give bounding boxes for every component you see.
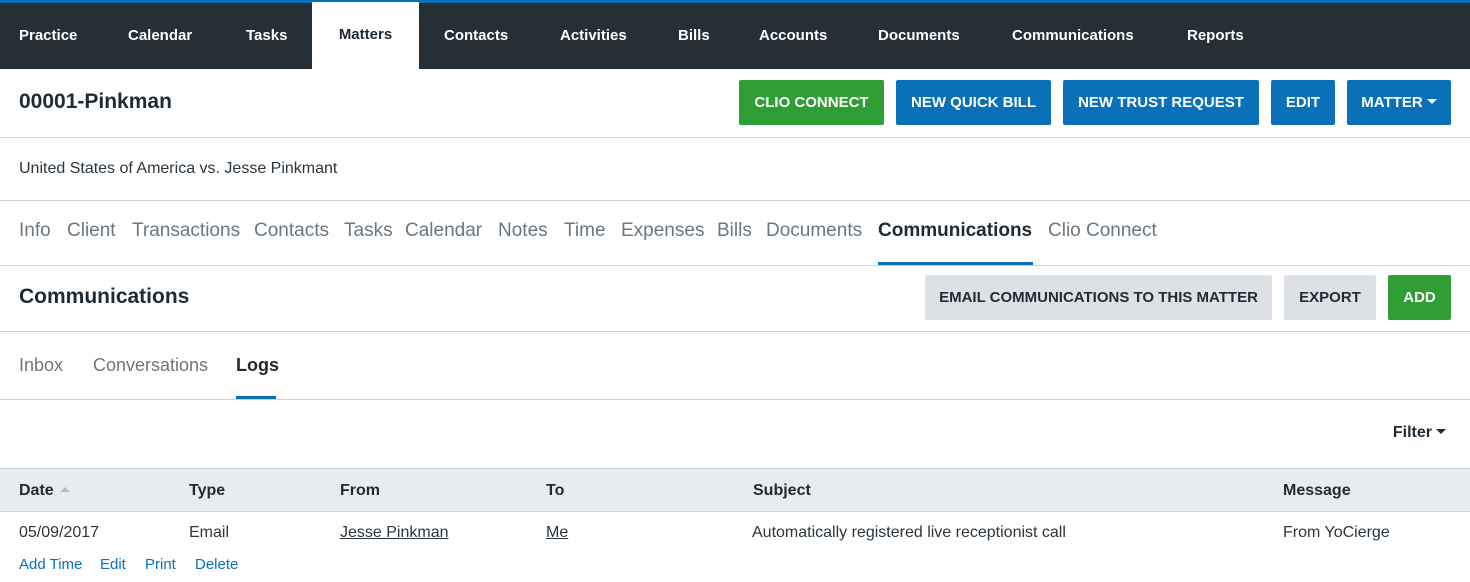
tab-documents[interactable]: Documents <box>766 220 862 265</box>
caret-down-icon <box>1436 428 1446 434</box>
filter-dropdown[interactable]: Filter <box>1393 424 1446 442</box>
matter-description: United States of America vs. Jesse Pinkm… <box>19 160 338 177</box>
tab-time[interactable]: Time <box>564 220 606 265</box>
table-header: Date Type From To Subject Message <box>0 468 1470 512</box>
sort-ascending-icon <box>59 487 70 493</box>
nav-communications[interactable]: Communications <box>1012 3 1134 69</box>
email-communications-button[interactable]: EMAIL COMMUNICATIONS TO THIS MATTER <box>925 275 1272 320</box>
tab-communications[interactable]: Communications <box>878 220 1032 265</box>
print-link[interactable]: Print <box>145 556 176 573</box>
tab-tasks[interactable]: Tasks <box>344 220 393 265</box>
matter-menu-button[interactable]: MATTER <box>1347 80 1451 125</box>
row-message[interactable]: From YoCierge <box>1283 524 1390 542</box>
tab-bills[interactable]: Bills <box>717 220 752 265</box>
tab-clio-connect[interactable]: Clio Connect <box>1048 220 1157 265</box>
clio-connect-button[interactable]: CLIO CONNECT <box>739 80 884 125</box>
tab-expenses[interactable]: Expenses <box>621 220 704 265</box>
divider <box>0 331 1470 332</box>
tab-notes[interactable]: Notes <box>498 220 548 265</box>
row-to-label[interactable]: Me <box>546 524 568 541</box>
nav-reports[interactable]: Reports <box>1187 3 1244 69</box>
row-from-link[interactable]: Jesse Pinkman <box>340 524 449 542</box>
edit-link[interactable]: Edit <box>100 556 126 573</box>
nav-bills[interactable]: Bills <box>678 3 710 69</box>
section-title: Communications <box>19 285 190 308</box>
tab-calendar[interactable]: Calendar <box>405 220 482 265</box>
row-to-link[interactable]: Me <box>546 524 568 542</box>
row-subject[interactable]: Automatically registered live receptioni… <box>752 524 1066 542</box>
add-time-link[interactable]: Add Time <box>19 556 82 573</box>
matter-menu-label: MATTER <box>1361 94 1423 111</box>
column-to[interactable]: To <box>546 482 564 500</box>
subtab-inbox[interactable]: Inbox <box>19 355 63 376</box>
column-type[interactable]: Type <box>189 482 225 500</box>
nav-tasks[interactable]: Tasks <box>246 3 287 69</box>
subtab-logs[interactable]: Logs <box>236 355 279 376</box>
filter-label: Filter <box>1392 424 1432 441</box>
nav-practice[interactable]: Practice <box>19 3 77 69</box>
column-subject[interactable]: Subject <box>753 482 811 500</box>
nav-documents[interactable]: Documents <box>878 3 960 69</box>
column-message[interactable]: Message <box>1283 482 1351 500</box>
tab-contacts[interactable]: Contacts <box>254 220 329 265</box>
edit-matter-button[interactable]: EDIT <box>1271 80 1335 125</box>
divider <box>0 137 1470 138</box>
row-date: 05/09/2017 <box>19 524 100 541</box>
row-from-label[interactable]: Jesse Pinkman <box>340 524 449 541</box>
delete-link[interactable]: Delete <box>195 556 238 573</box>
top-navigation: Practice Calendar Tasks Matters Contacts… <box>0 0 1470 69</box>
divider <box>0 265 1470 266</box>
tab-client[interactable]: Client <box>67 220 116 265</box>
column-date-label: Date <box>19 482 54 499</box>
tab-info[interactable]: Info <box>19 220 51 265</box>
nav-activities[interactable]: Activities <box>560 3 627 69</box>
export-button[interactable]: EXPORT <box>1284 275 1376 320</box>
column-from[interactable]: From <box>340 482 380 500</box>
column-date[interactable]: Date <box>19 482 70 500</box>
nav-matters[interactable]: Matters <box>312 2 419 69</box>
new-quick-bill-button[interactable]: NEW QUICK BILL <box>896 80 1051 125</box>
tab-transactions[interactable]: Transactions <box>132 220 240 265</box>
nav-contacts[interactable]: Contacts <box>444 3 508 69</box>
nav-accounts[interactable]: Accounts <box>759 3 827 69</box>
nav-calendar[interactable]: Calendar <box>128 3 192 69</box>
add-button[interactable]: ADD <box>1388 275 1451 320</box>
matter-title: 00001-Pinkman <box>19 90 172 113</box>
caret-down-icon <box>1426 99 1437 105</box>
divider <box>0 399 1470 400</box>
subtab-conversations[interactable]: Conversations <box>93 355 208 376</box>
row-type: Email <box>189 524 230 541</box>
divider <box>0 200 1470 201</box>
new-trust-request-button[interactable]: NEW TRUST REQUEST <box>1063 80 1259 125</box>
